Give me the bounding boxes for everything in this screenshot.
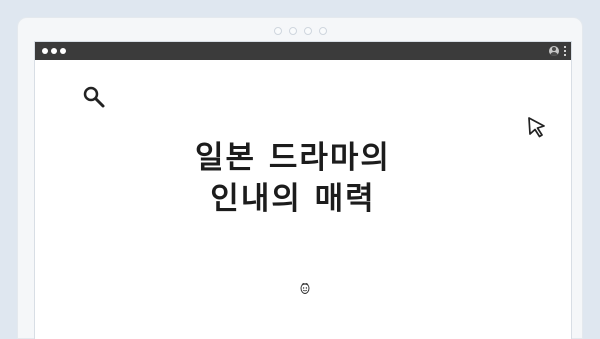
frame-indicator-dots: [18, 27, 582, 35]
page-headline: 일본 드라마의 인내의 매력: [35, 138, 571, 220]
indicator-dot: [288, 27, 297, 35]
kebab-menu-icon[interactable]: [564, 46, 567, 56]
indicator-dot: [303, 27, 312, 35]
device-frame: 일본 드라마의 인내의 매력: [18, 18, 582, 339]
indicator-dot: [318, 27, 327, 35]
window-control-dot[interactable]: [51, 48, 57, 54]
window-control-dot[interactable]: [42, 48, 48, 54]
headline-line-2: 인내의 매력: [210, 181, 376, 217]
window-control-dot[interactable]: [60, 48, 66, 54]
browser-titlebar: [35, 42, 571, 60]
indicator-dot: [273, 27, 282, 35]
cursor-icon: [528, 117, 545, 138]
browser-window: 일본 드라마의 인내의 매력: [34, 41, 572, 339]
window-controls: [42, 48, 66, 54]
smile-icon: [300, 282, 310, 295]
search-icon[interactable]: [82, 85, 106, 109]
profile-icon[interactable]: [549, 46, 559, 56]
headline-line-1: 일본 드라마의: [195, 140, 391, 176]
